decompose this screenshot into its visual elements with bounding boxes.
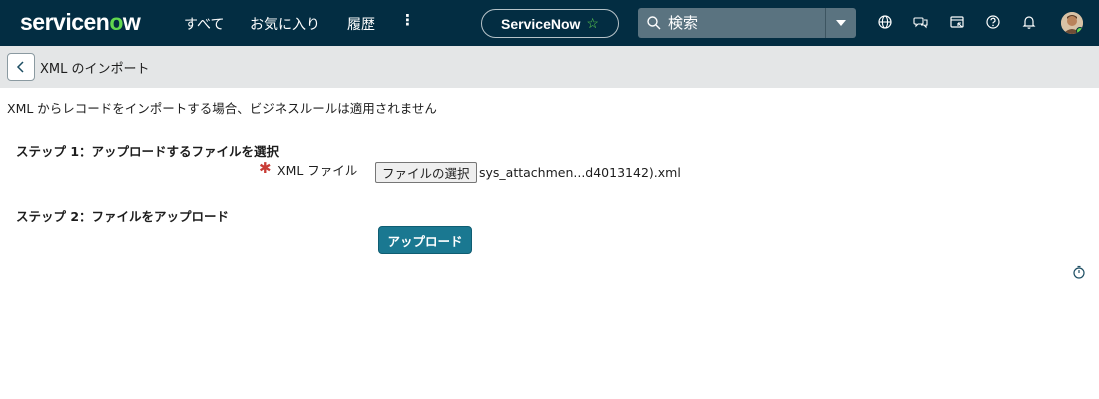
servicenow-logo[interactable]: servicenow <box>20 9 141 36</box>
selected-file-name: sys_attachmen...d4013142).xml <box>479 165 681 180</box>
online-status-icon <box>1076 27 1083 34</box>
xml-file-label: XML ファイル <box>277 163 358 178</box>
choose-file-button[interactable]: ファイルの選択 <box>375 162 477 183</box>
upload-button[interactable]: アップロード <box>378 226 472 254</box>
bell-icon[interactable] <box>1021 14 1037 30</box>
global-search <box>638 8 856 38</box>
step-2-label: ステップ 2：ファイルをアップロード <box>16 209 230 224</box>
search-input[interactable] <box>668 13 818 33</box>
presence-icon[interactable] <box>949 14 965 30</box>
step-1-label: ステップ 1：アップロードするファイルを選択 <box>16 144 280 159</box>
form-header: XML のインポート <box>0 46 1099 88</box>
nav-favorites[interactable]: お気に入り <box>250 14 320 34</box>
form-title: XML のインポート <box>40 62 150 77</box>
user-avatar[interactable] <box>1061 12 1083 34</box>
nav-history[interactable]: 履歴 <box>347 14 375 34</box>
chat-icon[interactable] <box>913 14 929 30</box>
required-asterisk-icon: ✱ <box>259 159 272 177</box>
search-scope-dropdown[interactable] <box>825 8 856 38</box>
app-scope-label: ServiceNow <box>501 15 581 32</box>
nav-all[interactable]: すべて <box>184 14 224 34</box>
top-navigation-bar: servicenow すべて お気に入り 履歴 ⋮ ServiceNow ☆ <box>0 0 1099 46</box>
app-scope-pill[interactable]: ServiceNow ☆ <box>481 9 619 38</box>
help-icon[interactable] <box>985 14 1001 30</box>
response-time-icon[interactable] <box>1072 265 1086 279</box>
business-rules-note: XML からレコードをインポートする場合、ビジネスルールは適用されません <box>7 101 437 116</box>
chevron-down-icon <box>836 20 846 26</box>
star-icon[interactable]: ☆ <box>586 15 599 32</box>
back-button[interactable] <box>7 53 35 81</box>
search-icon <box>647 16 661 30</box>
chevron-left-icon <box>16 61 24 73</box>
globe-icon[interactable] <box>877 14 893 30</box>
nav-more-menu[interactable]: ⋮ <box>400 11 415 29</box>
